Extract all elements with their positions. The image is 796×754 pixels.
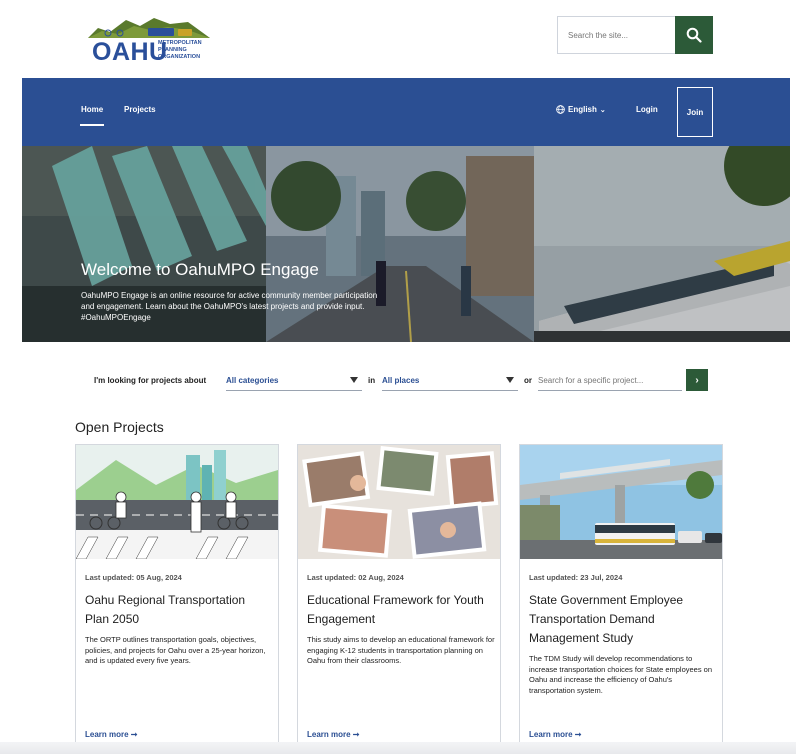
nav-projects[interactable]: Projects xyxy=(124,105,156,114)
project-card[interactable]: Last updated: 23 Jul, 2024 State Governm… xyxy=(519,444,723,749)
logo-subtext: METROPOLITAN PLANNING ORGANIZATION xyxy=(158,40,202,60)
hero-banner: Welcome to OahuMPO Engage OahuMPO Engage… xyxy=(22,146,790,342)
filter-or-label: or xyxy=(524,376,532,385)
caret-down-icon xyxy=(350,377,358,383)
place-select-value: All places xyxy=(382,376,420,385)
card-title[interactable]: State Government Employee Transportation… xyxy=(529,591,715,648)
site-search-input[interactable] xyxy=(557,16,675,54)
hero-title: Welcome to OahuMPO Engage xyxy=(81,260,319,279)
card-description: The ORTP outlines transportation goals, … xyxy=(85,635,266,665)
card-updated-date: Last updated: 23 Jul, 2024 xyxy=(529,573,623,582)
project-card[interactable]: Last updated: 02 Aug, 2024 Educational F… xyxy=(297,444,501,749)
search-icon xyxy=(686,27,702,43)
globe-icon xyxy=(556,105,565,114)
card-title[interactable]: Oahu Regional Transportation Plan 2050 xyxy=(85,591,271,629)
learn-more-link[interactable]: Learn more ➞ xyxy=(307,730,360,739)
chevron-down-icon: ⌄ xyxy=(599,106,606,114)
main-nav: Home Projects English ⌄ Login Join xyxy=(22,78,790,146)
nav-active-indicator xyxy=(80,124,104,126)
place-select[interactable]: All places xyxy=(382,371,518,391)
hero-description: OahuMPO Engage is an online resource for… xyxy=(81,291,378,322)
login-link[interactable]: Login xyxy=(636,105,658,114)
card-description: This study aims to develop an educationa… xyxy=(307,635,495,665)
site-header: OAHU METROPOLITAN PLANNING ORGANIZATION xyxy=(0,0,796,78)
chevron-right-icon: › xyxy=(695,374,699,386)
filter-looking-label: I'm looking for projects about xyxy=(94,376,207,385)
learn-more-link[interactable]: Learn more ➞ xyxy=(529,730,582,739)
caret-down-icon xyxy=(506,377,514,383)
logo-oahu-text: OAHU xyxy=(92,38,168,66)
card-title[interactable]: Educational Framework for Youth Engageme… xyxy=(307,591,493,629)
project-card-image-transportation-illustration xyxy=(76,445,278,559)
language-selector[interactable]: English ⌄ xyxy=(556,105,606,114)
open-projects-heading: Open Projects xyxy=(75,419,164,435)
project-card[interactable]: Last updated: 05 Aug, 2024 Oahu Regional… xyxy=(75,444,279,749)
join-button[interactable]: Join xyxy=(677,87,713,137)
filter-in-label: in xyxy=(368,376,376,385)
category-select-value: All categories xyxy=(226,376,279,385)
project-card-image-rail-and-bus xyxy=(520,445,722,559)
card-updated-date: Last updated: 05 Aug, 2024 xyxy=(85,573,182,582)
search-button[interactable] xyxy=(675,16,713,54)
project-filter: I'm looking for projects about All categ… xyxy=(0,371,796,393)
card-description: The TDM Study will develop recommendatio… xyxy=(529,654,713,695)
nav-home[interactable]: Home xyxy=(81,105,103,114)
card-updated-date: Last updated: 02 Aug, 2024 xyxy=(307,573,404,582)
category-select[interactable]: All categories xyxy=(226,371,362,391)
project-card-image-students-photos xyxy=(298,445,500,559)
language-label: English xyxy=(568,105,597,114)
island-hills-logo-graphic xyxy=(88,18,210,38)
oahumpo-logo[interactable]: OAHU METROPOLITAN PLANNING ORGANIZATION xyxy=(80,14,210,66)
learn-more-link[interactable]: Learn more ➞ xyxy=(85,730,138,739)
filter-go-button[interactable]: › xyxy=(686,369,708,391)
specific-project-input[interactable] xyxy=(538,371,682,391)
window-bottom-edge xyxy=(0,742,796,754)
